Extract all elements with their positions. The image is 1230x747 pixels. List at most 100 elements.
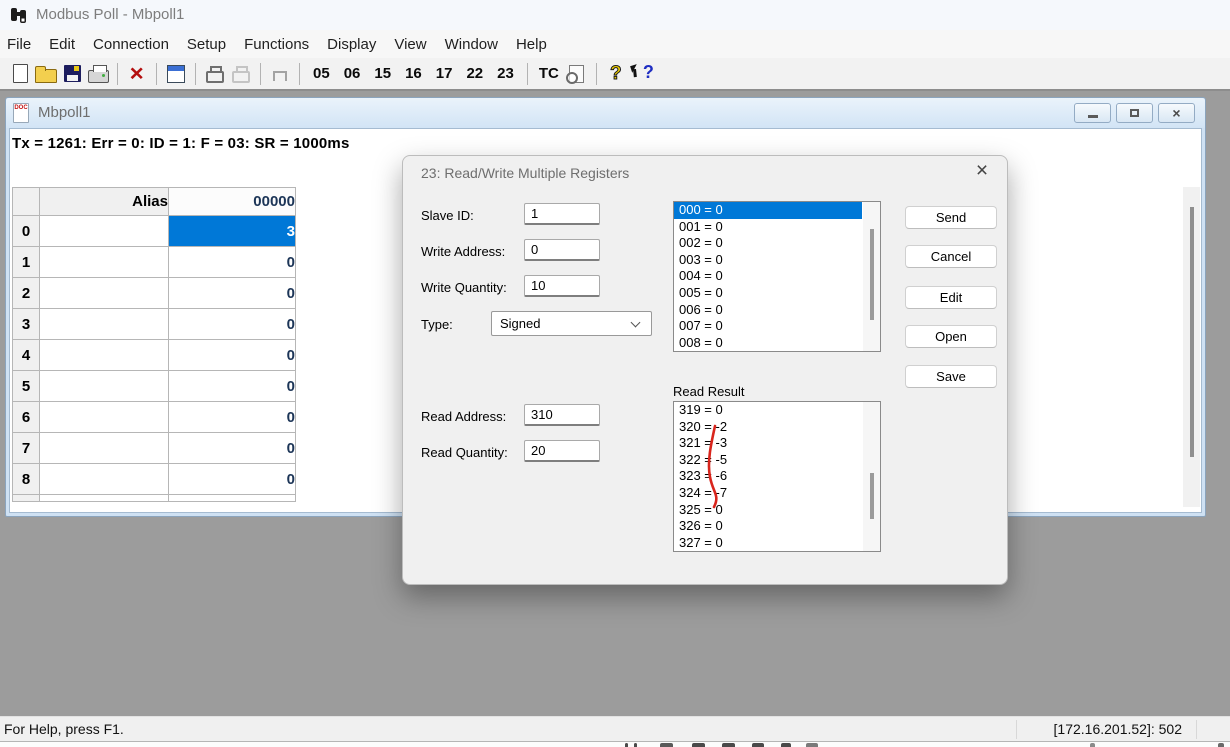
list-item[interactable]: 008 = 0 [674, 335, 862, 352]
taskbar-icon-sliver[interactable] [1218, 743, 1224, 747]
list-item-selected[interactable]: 000 = 0 [674, 202, 862, 219]
value-cell[interactable]: 0 [169, 309, 296, 340]
list-item[interactable]: 002 = 0 [674, 235, 862, 252]
taskbar-icon-sliver[interactable] [692, 743, 705, 747]
list-item[interactable]: 004 = 0 [674, 268, 862, 285]
list-item[interactable]: 321 = -3 [674, 435, 862, 452]
list-item[interactable]: 320 = -2 [674, 419, 862, 436]
function-23-button[interactable]: 23 [490, 65, 521, 82]
menu-functions[interactable]: Functions [244, 36, 309, 53]
row-header[interactable]: 0 [13, 216, 40, 247]
grid-header-address[interactable]: 00000 [169, 188, 296, 216]
function-22-button[interactable]: 22 [459, 65, 490, 82]
alias-cell[interactable] [40, 371, 169, 402]
alias-cell[interactable] [40, 433, 169, 464]
alias-cell[interactable] [40, 309, 169, 340]
scrollbar-thumb[interactable] [1190, 207, 1194, 457]
row-header[interactable]: 8 [13, 464, 40, 495]
function-06-button[interactable]: 06 [337, 65, 368, 82]
display-setup-button[interactable] [163, 60, 189, 87]
value-cell[interactable]: 0 [169, 464, 296, 495]
taskbar-icon-sliver[interactable] [660, 743, 673, 747]
connection-disabled-button[interactable] [228, 60, 254, 87]
write-address-field[interactable] [524, 239, 600, 261]
alias-cell[interactable] [40, 216, 169, 247]
scrollbar-thumb[interactable] [870, 473, 874, 519]
list-item[interactable]: 007 = 0 [674, 318, 862, 335]
taskbar-icon-sliver[interactable] [625, 743, 628, 747]
function-16-button[interactable]: 16 [398, 65, 429, 82]
list-item[interactable]: 327 = 0 [674, 535, 862, 552]
slave-id-field[interactable] [524, 203, 600, 225]
value-cell-selected[interactable]: 3 [169, 216, 296, 247]
disconnect-button[interactable]: × [124, 60, 150, 87]
menu-file[interactable]: File [7, 36, 31, 53]
row-header[interactable]: 1 [13, 247, 40, 278]
list-item[interactable]: 319 = 0 [674, 402, 862, 419]
print-button[interactable] [85, 60, 111, 87]
scrollbar-thumb[interactable] [870, 229, 874, 320]
open-file-button[interactable] [33, 60, 59, 87]
alias-cell[interactable] [40, 247, 169, 278]
taskbar-icon-sliver[interactable] [806, 743, 818, 747]
alias-cell[interactable] [40, 340, 169, 371]
value-cell[interactable]: 0 [169, 402, 296, 433]
new-file-button[interactable] [7, 60, 33, 87]
alias-cell[interactable] [40, 464, 169, 495]
grid-vertical-scrollbar[interactable] [1183, 187, 1200, 507]
value-cell[interactable]: 0 [169, 247, 296, 278]
alias-cell[interactable] [40, 402, 169, 433]
taskbar-icon-sliver[interactable] [781, 743, 791, 747]
type-dropdown[interactable]: Signed [491, 311, 652, 336]
alias-cell[interactable] [40, 278, 169, 309]
value-cell[interactable]: 0 [169, 340, 296, 371]
function-17-button[interactable]: 17 [429, 65, 460, 82]
menu-connection[interactable]: Connection [93, 36, 169, 53]
write-list-scrollbar[interactable] [863, 202, 880, 351]
menu-display[interactable]: Display [327, 36, 376, 53]
menu-setup[interactable]: Setup [187, 36, 226, 53]
save-button[interactable] [59, 60, 85, 87]
row-header[interactable]: 5 [13, 371, 40, 402]
grid-corner-cell[interactable] [13, 188, 40, 216]
save-button[interactable]: Save [905, 365, 997, 388]
read-result-listbox[interactable]: 319 = 0 320 = -2 321 = -3 322 = -5 323 =… [673, 401, 881, 552]
help-button[interactable]: ? [603, 60, 629, 87]
taskbar-icon-sliver[interactable] [1090, 743, 1095, 747]
single-poll-button[interactable] [267, 60, 293, 87]
read-list-scrollbar[interactable] [863, 402, 880, 551]
list-item[interactable]: 323 = -6 [674, 468, 862, 485]
write-values-listbox[interactable]: 000 = 0 001 = 0 002 = 0 003 = 0 004 = 0 … [673, 201, 881, 352]
open-button[interactable]: Open [905, 325, 997, 348]
list-item[interactable]: 005 = 0 [674, 285, 862, 302]
connection-setup-button[interactable] [202, 60, 228, 87]
child-titlebar[interactable]: DOC Mbpoll1 × [6, 98, 1205, 128]
list-item[interactable]: 001 = 0 [674, 219, 862, 236]
write-quantity-field[interactable] [524, 275, 600, 297]
menu-window[interactable]: Window [445, 36, 498, 53]
taskbar-icon-sliver[interactable] [752, 743, 764, 747]
read-quantity-field[interactable] [524, 440, 600, 462]
list-item[interactable]: 003 = 0 [674, 252, 862, 269]
read-address-field[interactable] [524, 404, 600, 426]
taskbar-icon-sliver[interactable] [634, 743, 637, 747]
list-item[interactable]: 322 = -5 [674, 452, 862, 469]
menu-help[interactable]: Help [516, 36, 547, 53]
list-item[interactable]: 325 = 0 [674, 502, 862, 519]
row-header[interactable]: 3 [13, 309, 40, 340]
edit-button[interactable]: Edit [905, 286, 997, 309]
cancel-button[interactable]: Cancel [905, 245, 997, 268]
list-item[interactable]: 006 = 0 [674, 302, 862, 319]
row-header[interactable]: 7 [13, 433, 40, 464]
menu-view[interactable]: View [394, 36, 426, 53]
value-cell[interactable]: 0 [169, 433, 296, 464]
function-05-button[interactable]: 05 [306, 65, 337, 82]
taskbar-icon-sliver[interactable] [722, 743, 735, 747]
communication-log-button[interactable] [564, 60, 590, 87]
grid-header-alias[interactable]: Alias [40, 188, 169, 216]
child-minimize-button[interactable] [1074, 103, 1111, 123]
menu-edit[interactable]: Edit [49, 36, 75, 53]
row-header[interactable]: 6 [13, 402, 40, 433]
function-15-button[interactable]: 15 [367, 65, 398, 82]
value-cell[interactable]: 0 [169, 278, 296, 309]
